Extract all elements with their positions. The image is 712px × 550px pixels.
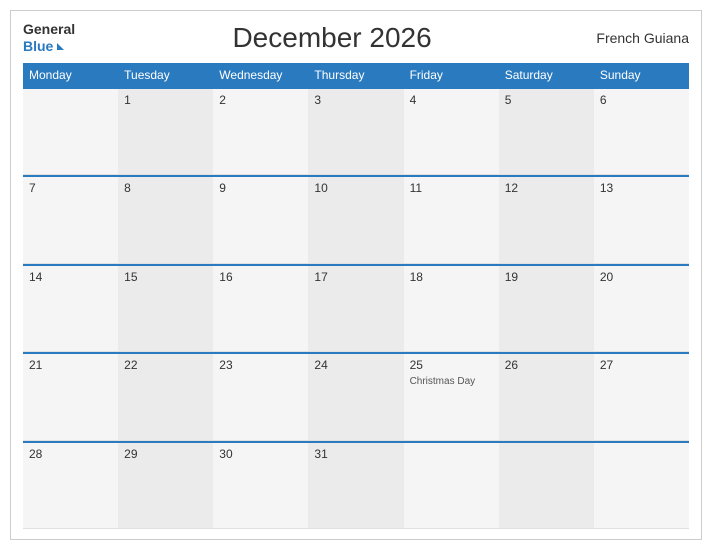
calendar-grid: MondayTuesdayWednesdayThursdayFridaySatu… [23,63,689,529]
day-number: 30 [219,447,302,461]
day-header-thursday: Thursday [308,63,403,87]
day-number: 11 [410,181,493,195]
day-cell: 11 [404,177,499,262]
week-row-1: 123456 [23,87,689,175]
day-cell: 4 [404,89,499,174]
logo-general-text: General [23,21,75,38]
day-cell: 25 Christmas Day [404,354,499,439]
day-cell: 28 [23,443,118,528]
day-number: 16 [219,270,302,284]
day-cell: 20 [594,266,689,351]
day-number: 19 [505,270,588,284]
day-cell [23,89,118,174]
day-number: 23 [219,358,302,372]
day-number: 29 [124,447,207,461]
day-cell: 22 [118,354,213,439]
day-cell: 16 [213,266,308,351]
day-number: 6 [600,93,683,107]
day-number: 31 [314,447,397,461]
day-number: 9 [219,181,302,195]
logo-blue-text: Blue [23,38,53,55]
day-cell: 1 [118,89,213,174]
logo: General Blue [23,21,75,55]
calendar-container: General Blue December 2026 French Guiana… [10,10,702,540]
day-number: 28 [29,447,112,461]
day-header-monday: Monday [23,63,118,87]
day-number: 26 [505,358,588,372]
day-cell: 29 [118,443,213,528]
day-cell: 12 [499,177,594,262]
day-number: 22 [124,358,207,372]
region-label: French Guiana [589,30,689,46]
day-cell: 19 [499,266,594,351]
week-row-3: 14 15 16 17 18 19 20 [23,264,689,352]
day-cell: 15 [118,266,213,351]
logo-triangle-icon [57,43,64,50]
day-header-friday: Friday [404,63,499,87]
day-header-tuesday: Tuesday [118,63,213,87]
day-cell: 10 [308,177,403,262]
day-number: 25 [410,358,493,372]
day-cell: 31 [308,443,403,528]
day-cell: 7 [23,177,118,262]
day-header-saturday: Saturday [499,63,594,87]
day-number: 14 [29,270,112,284]
day-number: 1 [124,93,207,107]
day-cell: 18 [404,266,499,351]
day-number: 10 [314,181,397,195]
day-cell: 27 [594,354,689,439]
calendar-title: December 2026 [75,22,589,54]
day-cell: 23 [213,354,308,439]
day-cell: 17 [308,266,403,351]
day-number: 27 [600,358,683,372]
day-number: 20 [600,270,683,284]
day-cell: 6 [594,89,689,174]
day-cell: 24 [308,354,403,439]
day-cell: 3 [308,89,403,174]
day-number: 12 [505,181,588,195]
logo-blue-row: Blue [23,38,64,55]
day-number: 17 [314,270,397,284]
week-row-4: 21 22 23 24 25 Christmas Day 26 27 [23,352,689,440]
day-cell: 8 [118,177,213,262]
day-cell: 21 [23,354,118,439]
day-cell: 9 [213,177,308,262]
day-cell: 30 [213,443,308,528]
day-number: 21 [29,358,112,372]
day-cell [404,443,499,528]
day-number: 3 [314,93,397,107]
day-number: 15 [124,270,207,284]
day-cell: 5 [499,89,594,174]
day-number: 24 [314,358,397,372]
day-number: 2 [219,93,302,107]
day-header-wednesday: Wednesday [213,63,308,87]
day-headers-row: MondayTuesdayWednesdayThursdayFridaySatu… [23,63,689,87]
day-cell: 2 [213,89,308,174]
weeks-container: 1234567891011121314151617181920212223242… [23,87,689,529]
day-header-sunday: Sunday [594,63,689,87]
calendar-header: General Blue December 2026 French Guiana [23,21,689,55]
day-number: 13 [600,181,683,195]
day-cell: 14 [23,266,118,351]
day-number: 5 [505,93,588,107]
week-row-5: 28 29 30 31 [23,441,689,529]
event-label: Christmas Day [410,376,493,387]
day-cell [499,443,594,528]
day-number: 18 [410,270,493,284]
day-number: 4 [410,93,493,107]
day-cell [594,443,689,528]
day-number: 8 [124,181,207,195]
day-cell: 13 [594,177,689,262]
week-row-2: 789 10 11 12 13 [23,175,689,263]
day-number: 7 [29,181,112,195]
day-cell: 26 [499,354,594,439]
